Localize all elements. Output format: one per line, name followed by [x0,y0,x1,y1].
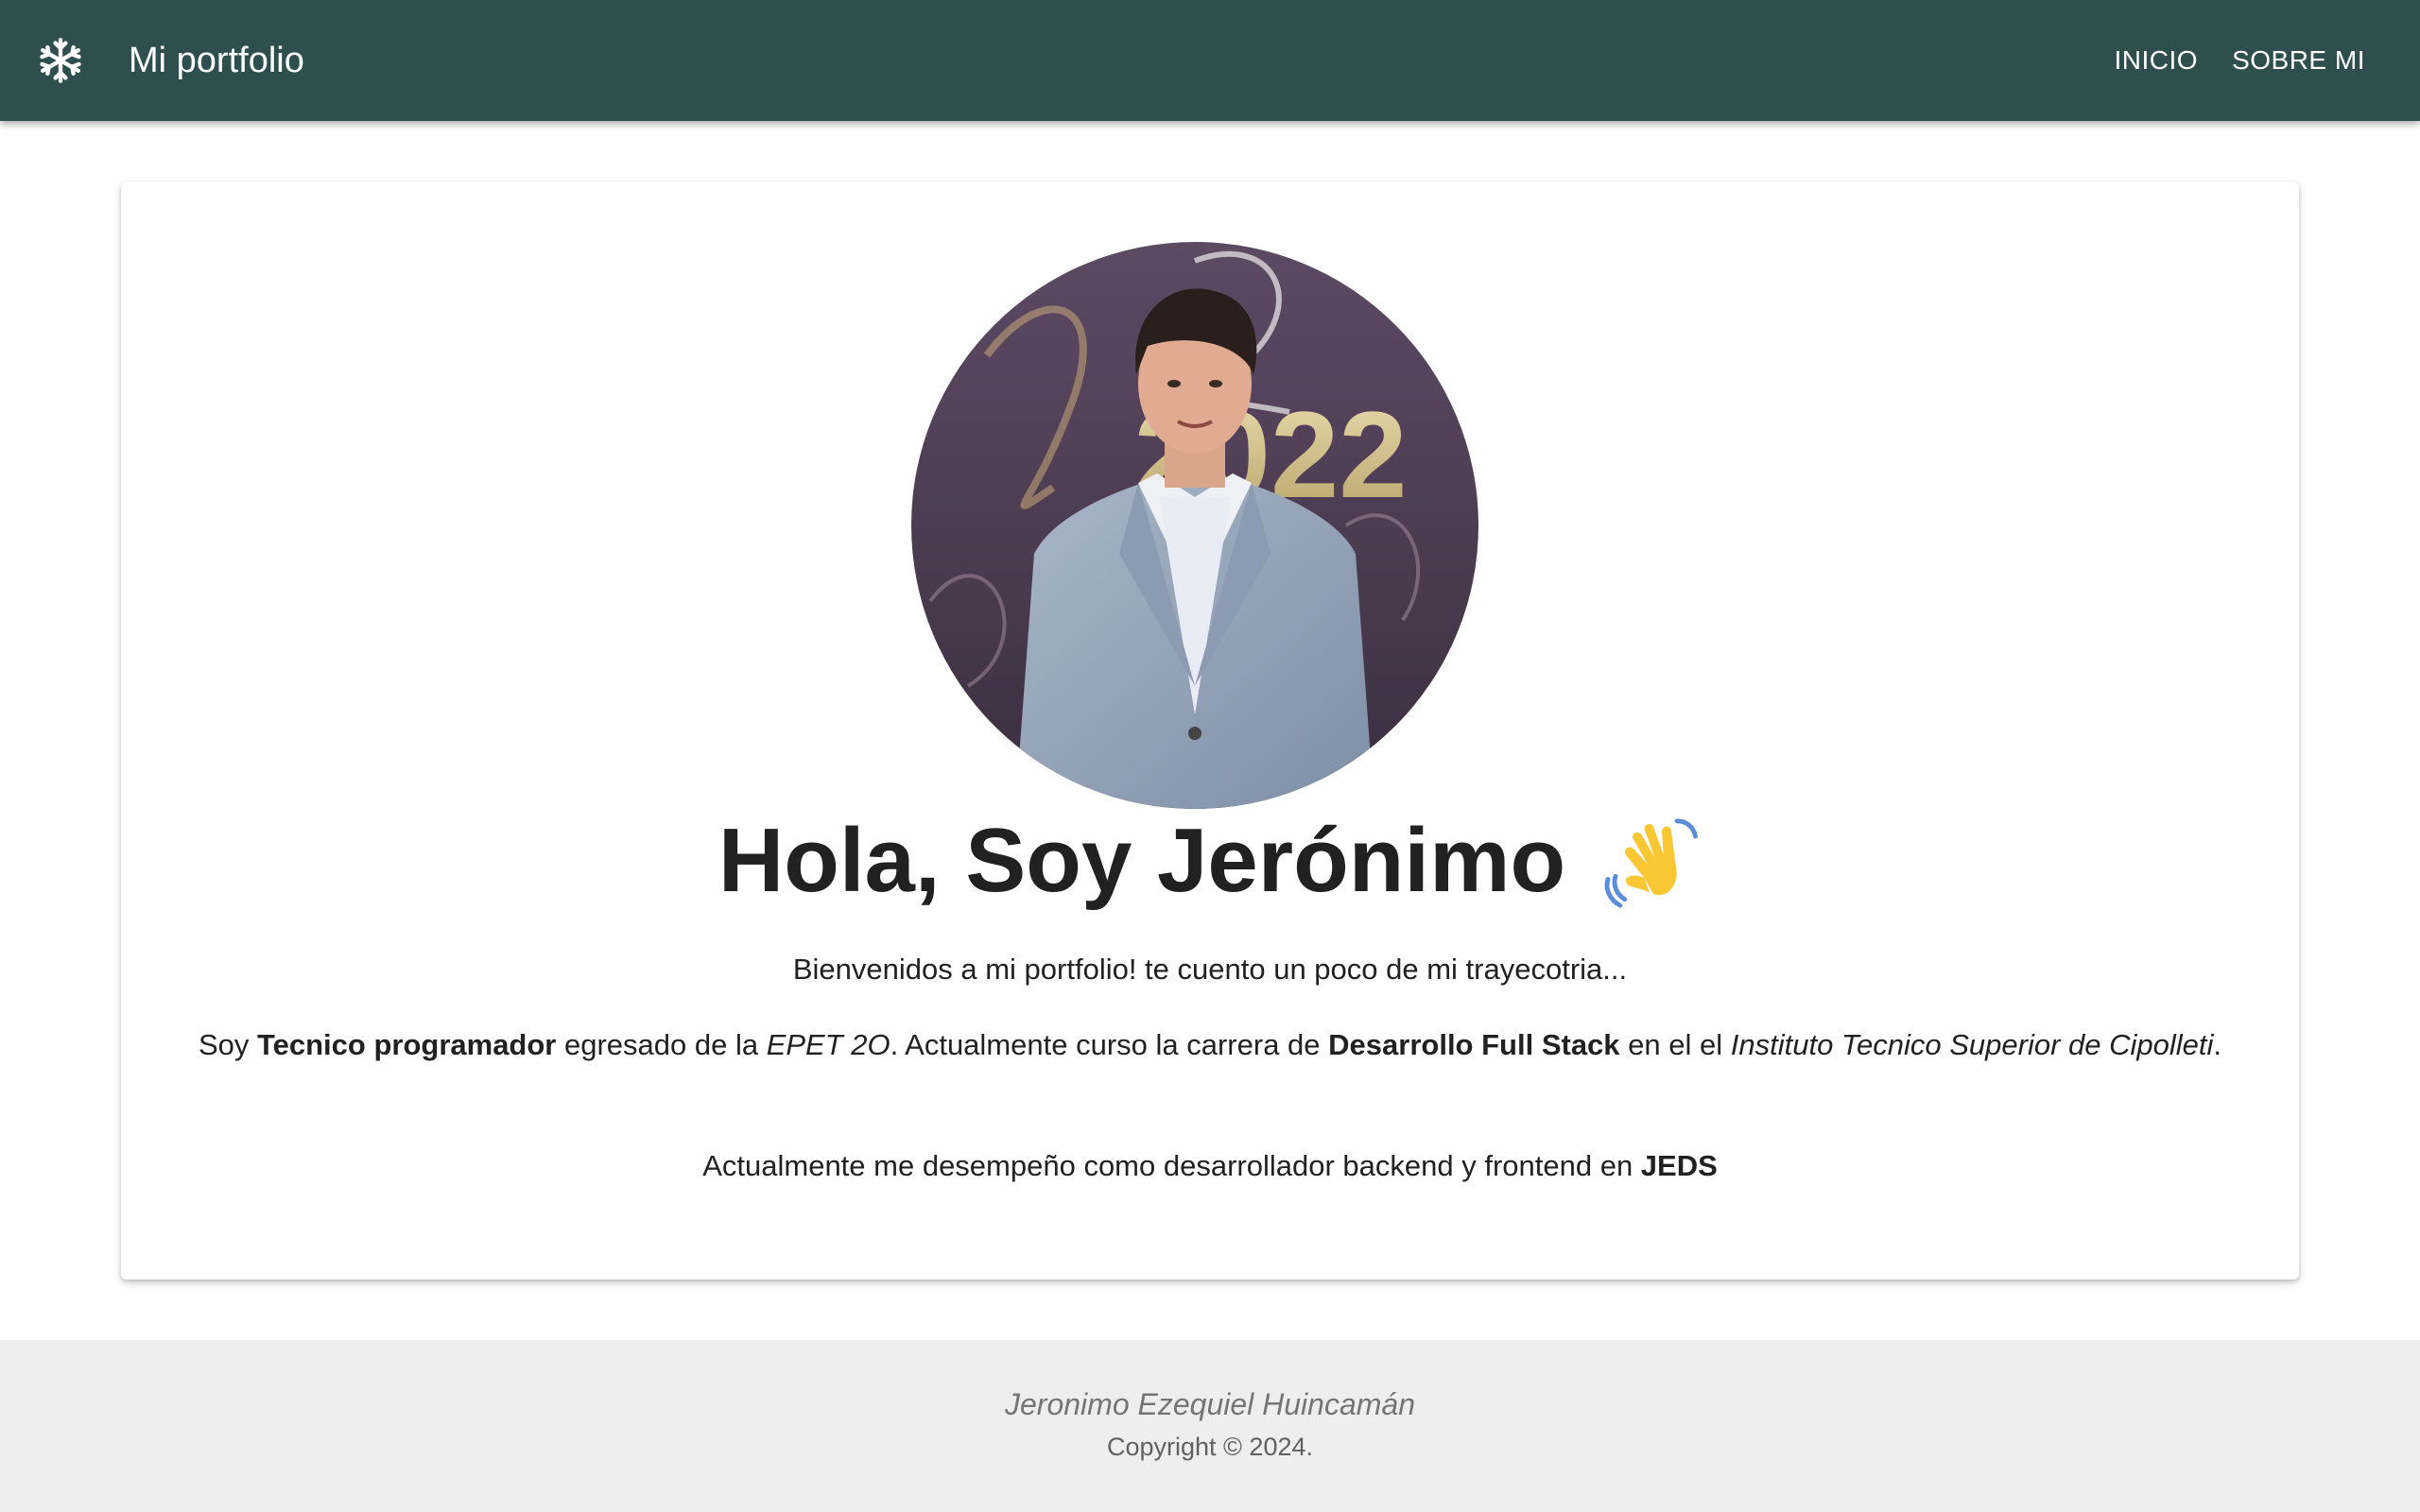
bio-text-part: . Actualmente curso la carrera de [890,1028,1329,1061]
page-title: Hola, Soy Jerónimo [717,810,1566,911]
waving-hand-icon [1604,818,1699,908]
app-bar: Mi portfolio INICIO SOBRE MI [0,0,2420,121]
welcome-text: Bienvenidos a mi portfolio! te cuento un… [792,953,1628,986]
bio-school: EPET 2O [766,1028,890,1061]
footer-copyright: Copyright © 2024. [1106,1433,1314,1461]
nav-inicio-link[interactable]: INICIO [2098,0,2216,121]
job-text: Actualmente me desempeño como desarrolla… [197,1143,2223,1189]
footer: Jeronimo Ezequiel Huincamán Copyright © … [0,1340,2420,1512]
main-nav: INICIO SOBRE MI [2098,0,2382,121]
job-text-part: Actualmente me desempeño como desarrolla… [702,1149,1641,1182]
nav-sobre-mi-link[interactable]: SOBRE MI [2215,0,2382,121]
bio-text: Soy Tecnico programador egresado de la E… [197,1022,2223,1068]
greeting-row: Hola, Soy Jerónimo [121,809,2299,913]
bio-text-part: . [2213,1028,2222,1061]
bio-title-highlight: Tecnico programador [257,1028,557,1061]
bio-text-part: Soy [198,1028,257,1061]
bio-career-highlight: Desarrollo Full Stack [1328,1028,1620,1061]
bio-text-part: egresado de la [556,1028,767,1061]
card-content: Hola, Soy Jerónimo Bienvenidos a mi port… [121,181,2299,1280]
bio-institute: Instituto Tecnico Superior de Cipolleti [1730,1028,2214,1061]
company-name: JEDS [1640,1149,1718,1182]
bio-text-part: en el el [1619,1028,1731,1061]
snowflake-icon[interactable] [36,36,85,85]
app-title[interactable]: Mi portfolio [129,0,304,121]
footer-author: Jeronimo Ezequiel Huincamán [1005,1387,1415,1421]
